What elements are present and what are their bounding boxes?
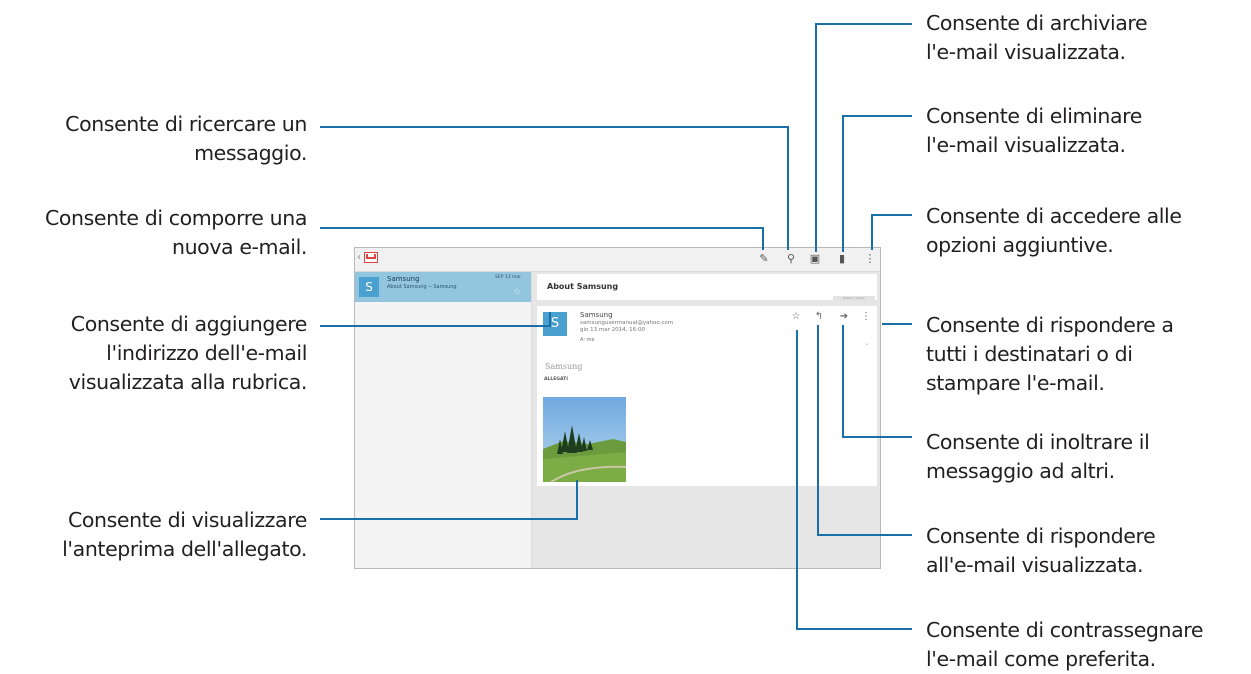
- callout-line: l'e-mail visualizzata.: [926, 133, 1126, 157]
- compose-icon[interactable]: ✎: [758, 253, 770, 265]
- callout-line: messaggio.: [194, 141, 307, 165]
- callout-line: Consente di eliminare: [926, 104, 1142, 128]
- attachments-label: ALLEGATI: [544, 377, 568, 382]
- message-body: Samsung: [545, 362, 583, 371]
- callout-line: nuova e-mail.: [172, 235, 307, 259]
- callout-reply: Consente di rispondere all'e-mail visual…: [926, 522, 1156, 580]
- message-card: S Samsung samsungusermanual@yahoo.com gi…: [537, 306, 877, 486]
- callout-star: Consente di contrassegnare l'e-mail come…: [926, 616, 1203, 674]
- message-date: gio 13 mar 2014, 16:00: [580, 327, 645, 333]
- callout-contacts: Consente di aggiungere l'indirizzo dell'…: [68, 310, 308, 397]
- sender-avatar[interactable]: S: [543, 312, 567, 336]
- callout-line: stampare l'e-mail.: [926, 371, 1105, 395]
- reply-icon[interactable]: ↰: [813, 311, 825, 323]
- leader-archive: [815, 23, 912, 252]
- conversation-list: S Samsung About Samsung -- Samsung SEP 1…: [355, 272, 532, 568]
- callout-compose: Consente di comporre una nuova e-mail.: [45, 204, 307, 262]
- callout-more: Consente di accedere alle opzioni aggiun…: [926, 202, 1182, 260]
- callout-preview: Consente di visualizzare l'anteprima del…: [62, 506, 307, 564]
- back-caret-icon[interactable]: ‹: [357, 252, 361, 263]
- callout-line: messaggio ad altri.: [926, 459, 1115, 483]
- callout-line: Consente di aggiungere: [70, 312, 308, 336]
- label-chip[interactable]: Posta in arrivo: [833, 296, 875, 301]
- list-item-sender: Samsung: [387, 275, 420, 283]
- callout-line: l'e-mail visualizzata.: [926, 40, 1126, 64]
- list-item-subject: About Samsung -- Samsung: [387, 284, 457, 290]
- star-icon[interactable]: ☆: [790, 311, 802, 323]
- attachment-thumbnail[interactable]: [543, 397, 626, 482]
- recipient-line: A: me: [580, 337, 595, 343]
- sender-address: samsungusermanual@yahoo.com: [580, 320, 674, 326]
- callout-forward: Consente di inoltrare il messaggio ad al…: [926, 428, 1150, 486]
- callout-archive: Consente di archiviare l'e-mail visualiz…: [926, 9, 1148, 67]
- callout-line: Consente di archiviare: [926, 11, 1148, 35]
- avatar: S: [359, 277, 379, 297]
- list-item-date: SEP 13 mar: [495, 275, 521, 280]
- callout-delete: Consente di eliminare l'e-mail visualizz…: [926, 102, 1142, 160]
- email-subject: About Samsung: [547, 282, 619, 291]
- overflow-menu-icon[interactable]: ⋮: [860, 311, 872, 323]
- leader-delete: [842, 115, 912, 252]
- trash-icon[interactable]: ▮: [836, 253, 848, 265]
- callout-replyall: Consente di rispondere a tutti i destina…: [926, 311, 1174, 398]
- leader-more: [871, 214, 912, 250]
- forward-icon[interactable]: ➔: [838, 311, 850, 323]
- callout-line: all'e-mail visualizzata.: [926, 553, 1144, 577]
- callout-line: l'indirizzo dell'e-mail: [106, 341, 307, 365]
- callout-line: l'anteprima dell'allegato.: [62, 537, 307, 561]
- callout-line: Consente di visualizzare: [67, 508, 307, 532]
- callout-line: opzioni aggiuntive.: [926, 233, 1114, 257]
- overflow-menu-icon[interactable]: ⋮: [864, 253, 876, 265]
- callout-line: Consente di ricercare un: [65, 112, 307, 136]
- callout-line: Consente di accedere alle: [926, 204, 1182, 228]
- callout-line: visualizzata alla rubrica.: [68, 370, 308, 394]
- leader-search: [320, 126, 789, 250]
- chevron-down-icon[interactable]: ⌄: [864, 339, 870, 347]
- gmail-logo-icon[interactable]: [364, 252, 378, 263]
- callout-search: Consente di ricercare un messaggio.: [65, 110, 307, 168]
- tablet-screen: ‹ ✎ ⚲ ▣ ▮ ⋮ S Samsung About Samsung -- S…: [354, 247, 881, 569]
- callout-line: Consente di inoltrare il: [926, 430, 1150, 454]
- callout-line: tutti i destinatari o di: [926, 342, 1133, 366]
- callout-line: Consente di rispondere a: [926, 313, 1174, 337]
- callout-line: Consente di contrassegnare: [926, 618, 1204, 642]
- archive-icon[interactable]: ▣: [809, 253, 821, 265]
- subject-header: About Samsung Posta in arrivo: [537, 274, 877, 301]
- sender-name: Samsung: [580, 311, 613, 319]
- action-bar: ‹ ✎ ⚲ ▣ ▮ ⋮: [355, 248, 880, 272]
- search-icon[interactable]: ⚲: [785, 253, 797, 265]
- star-icon[interactable]: ☆: [513, 287, 521, 297]
- list-item[interactable]: S Samsung About Samsung -- Samsung SEP 1…: [355, 272, 531, 302]
- callout-line: Consente di comporre una: [45, 206, 307, 230]
- callout-line: Consente di rispondere: [926, 524, 1156, 548]
